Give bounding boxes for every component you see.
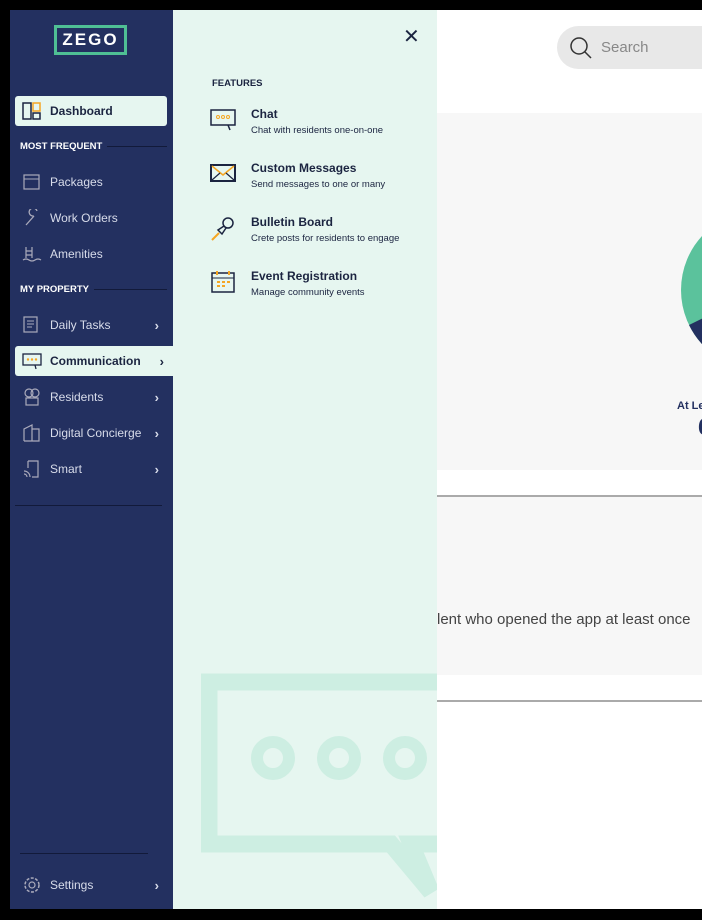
envelope-icon [210,161,237,188]
divider [437,700,702,702]
search-input[interactable]: Search [557,26,702,69]
chat-icon [210,107,237,134]
feature-chat[interactable]: Chat Chat with residents one-on-one [210,107,383,136]
description-text: lent who opened the app at least once [437,611,691,628]
feature-desc: Crete posts for residents to engage [251,233,400,244]
feature-desc: Send messages to one or many [251,179,386,190]
pushpin-icon [210,215,237,242]
wrench-icon [22,208,42,228]
feature-custom-messages[interactable]: Custom Messages Send messages to one or m… [210,161,385,190]
pool-icon [22,244,42,264]
chat-watermark-icon [201,673,437,898]
sidebar-item-label: Amenities [50,247,103,261]
sidebar-item-digital-concierge[interactable]: Digital Concierge › [15,418,167,448]
section-most-frequent: MOST FREQUENT [20,141,167,152]
search-icon [570,36,592,59]
sidebar: ZEGO Dashboard MOST FREQUENT Packages Wo… [10,10,178,909]
divider [15,505,162,506]
sidebar-item-label: Digital Concierge [50,426,142,440]
feature-title: Chat [251,107,278,121]
sidebar-item-residents[interactable]: Residents › [15,382,167,412]
feature-desc: Manage community events [251,287,365,298]
search-placeholder: Search [601,39,649,56]
chevron-right-icon: › [154,877,159,893]
chevron-right-icon: › [159,353,164,369]
divider [20,853,148,854]
chart-label: At Le [677,400,702,412]
feature-bulletin-board[interactable]: Bulletin Board Crete posts for residents … [210,215,399,244]
sidebar-item-label: Settings [50,878,94,892]
sidebar-item-label: Smart [50,462,83,476]
sidebar-item-daily-tasks[interactable]: Daily Tasks › [15,310,167,340]
package-icon [22,172,42,192]
zego-logo[interactable]: ZEGO [54,25,127,55]
residents-icon [22,387,42,407]
chart-value: 6 [698,414,702,442]
chevron-right-icon: › [154,461,159,477]
chevron-right-icon: › [154,389,159,405]
pie-slice-green [681,236,702,344]
feature-desc: Chat with residents one-on-one [251,125,384,136]
sidebar-item-label: Packages [50,175,103,189]
checklist-icon [22,315,42,335]
sidebar-item-label: Work Orders [50,211,118,225]
sidebar-item-communication[interactable]: Communication › [15,346,178,376]
chevron-right-icon: › [154,425,159,441]
sidebar-item-dashboard[interactable]: Dashboard [15,96,167,126]
feature-event-registration[interactable]: Event Registration Manage community event… [210,269,365,298]
sidebar-item-label: Daily Tasks [50,318,111,332]
sidebar-item-amenities[interactable]: Amenities [15,239,167,269]
sidebar-item-label: Dashboard [50,104,113,118]
close-icon[interactable]: ✕ [403,24,420,49]
sidebar-item-settings[interactable]: Settings › [15,870,167,900]
door-icon [22,423,42,443]
feature-title: Custom Messages [251,161,357,175]
main-content: Search At Le 6 lent who opened the app a… [437,10,702,909]
gear-icon [22,875,42,895]
chat-icon [22,351,42,371]
feature-title: Bulletin Board [251,215,334,229]
sidebar-item-packages[interactable]: Packages [15,167,167,197]
sidebar-item-work-orders[interactable]: Work Orders [15,203,167,233]
dashboard-icon [22,101,42,121]
section-my-property: MY PROPERTY [20,284,167,295]
sidebar-item-label: Communication [50,354,141,368]
sidebar-item-smart[interactable]: Smart › [15,454,167,484]
chevron-right-icon: › [154,317,159,333]
calendar-icon [210,269,237,296]
sidebar-item-label: Residents [50,390,104,404]
feature-title: Event Registration [251,269,358,283]
pie-chart [681,236,702,344]
stats-card [437,113,702,470]
features-heading: FEATURES [212,78,263,89]
communication-panel: ✕ FEATURES Chat Chat with residents one-o… [173,10,437,909]
description-card [437,497,702,675]
smart-door-icon [22,459,42,479]
